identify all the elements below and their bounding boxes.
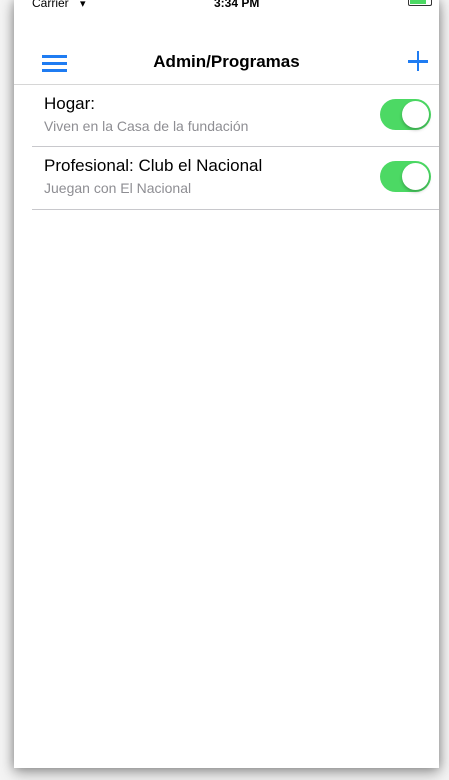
phone-screen: Carrier ▾ 3:34 PM Admin/Programas Hogar:…: [14, 0, 439, 768]
page-title: Admin/Programas: [153, 52, 300, 71]
carrier-label: Carrier: [32, 0, 69, 10]
program-subtitle: Juegan con El Nacional: [44, 180, 192, 196]
toggle-knob: [402, 101, 429, 128]
screenshot-frame: Carrier ▾ 3:34 PM Admin/Programas Hogar:…: [0, 0, 449, 780]
battery-fill: [410, 0, 426, 4]
program-title: Profesional: Club el Nacional: [44, 156, 263, 175]
program-toggle-switch[interactable]: [380, 161, 431, 192]
list-item[interactable]: Hogar: Viven en la Casa de la fundación: [14, 85, 439, 147]
list-item[interactable]: Profesional: Club el Nacional Juegan con…: [14, 147, 439, 210]
program-subtitle: Viven en la Casa de la fundación: [44, 118, 249, 134]
navigation-bar: Admin/Programas: [14, 40, 439, 85]
wifi-icon: ▾: [80, 0, 86, 10]
program-toggle-switch[interactable]: [380, 99, 431, 130]
row-divider: [32, 209, 439, 210]
plus-icon[interactable]: [404, 48, 432, 76]
status-time: 3:34 PM: [214, 0, 260, 10]
status-bar: Carrier ▾ 3:34 PM: [14, 0, 439, 12]
battery-icon: [408, 0, 432, 6]
program-title: Hogar:: [44, 94, 96, 113]
programs-list: Hogar: Viven en la Casa de la fundación …: [14, 85, 439, 210]
toggle-knob: [402, 163, 429, 190]
